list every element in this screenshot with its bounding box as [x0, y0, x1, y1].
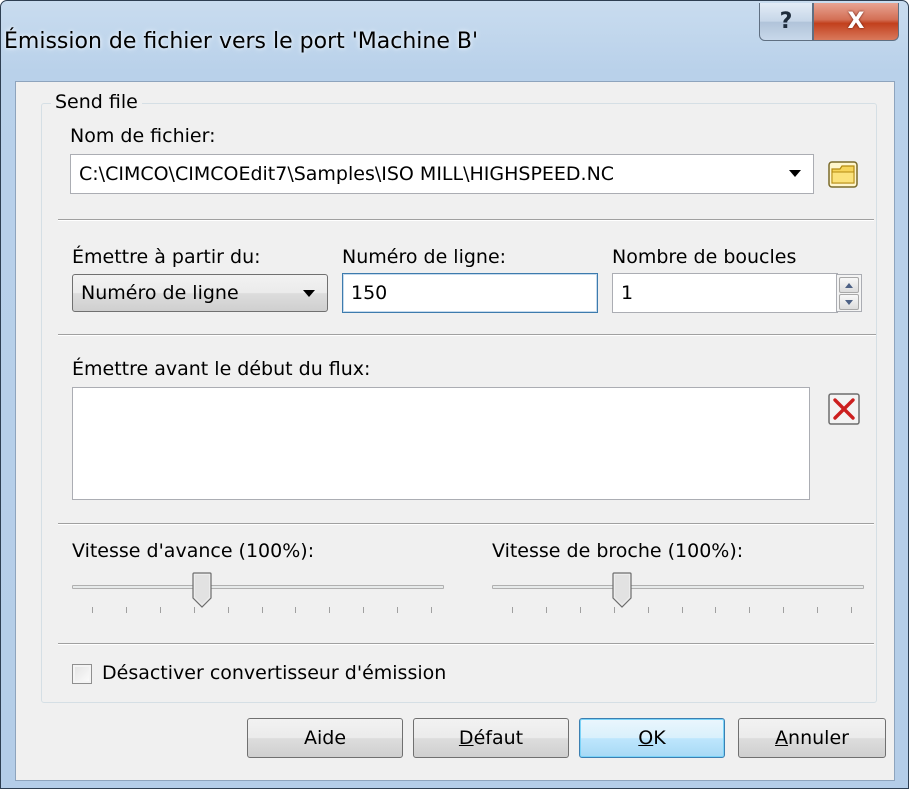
help-button-label: Aide [303, 727, 347, 749]
feed-speed-thumb[interactable] [192, 572, 212, 608]
file-name-value: C:\CIMCO\CIMCOEdit7\Samples\ISO MILL\HIG… [79, 163, 615, 185]
slider-tick [160, 607, 161, 613]
slider-tick [749, 607, 750, 613]
slider-tick [614, 607, 615, 613]
slider-tick [546, 607, 547, 613]
slider-tick [648, 607, 649, 613]
spindle-speed-track[interactable] [492, 585, 864, 589]
pre-stream-textarea[interactable] [72, 387, 810, 500]
slider-tick [512, 607, 513, 613]
separator-1 [58, 219, 874, 221]
spindle-speed-ticks [512, 607, 852, 615]
arrow-down-icon [845, 299, 853, 305]
default-button-label: Défaut [458, 727, 524, 749]
disable-converter-label[interactable]: Désactiver convertisseur d'émission [102, 662, 446, 684]
feed-speed-label: Vitesse d'avance (100%): [72, 540, 315, 562]
help-button[interactable]: Aide [247, 718, 403, 758]
pre-stream-label: Émettre avant le début du flux: [72, 358, 371, 380]
arrow-up-icon [845, 282, 853, 288]
loop-count-input[interactable]: 1 [612, 273, 838, 313]
slider-tick [228, 607, 229, 613]
ok-button[interactable]: OK [579, 718, 725, 758]
feed-speed-track[interactable] [72, 585, 444, 589]
title-bar[interactable]: Émission de fichier vers le port 'Machin… [1, 1, 909, 81]
file-name-combo[interactable]: C:\CIMCO\CIMCOEdit7\Samples\ISO MILL\HIG… [70, 154, 814, 194]
red-x-icon [828, 393, 860, 425]
slider-tick [92, 607, 93, 613]
close-icon: X [847, 9, 865, 34]
question-icon: ? [779, 9, 793, 34]
spin-up-button[interactable] [839, 277, 859, 293]
start-from-select[interactable]: Numéro de ligne [72, 274, 328, 312]
slider-tick [363, 607, 364, 613]
browse-file-button[interactable] [826, 157, 860, 191]
dialog-client-area: Send file Nom de fichier: C:\CIMCO\CIMCO… [15, 81, 895, 781]
slider-tick [851, 607, 852, 613]
slider-tick [194, 607, 195, 613]
separator-4 [58, 643, 874, 645]
slider-tick [397, 607, 398, 613]
cancel-button-label: Annuler [775, 727, 849, 749]
loop-count-spinner[interactable] [836, 274, 862, 312]
slider-tick [817, 607, 818, 613]
chevron-down-icon[interactable] [303, 290, 315, 297]
default-button[interactable]: Défaut [413, 718, 569, 758]
slider-tick [580, 607, 581, 613]
cancel-button[interactable]: Annuler [738, 718, 886, 758]
separator-2 [58, 334, 876, 336]
spindle-speed-label: Vitesse de broche (100%): [492, 540, 744, 562]
loop-count-label: Nombre de boucles [612, 246, 797, 268]
close-caption-button[interactable]: X [813, 3, 899, 41]
spindle-speed-thumb[interactable] [612, 572, 632, 608]
slider-tick [431, 607, 432, 613]
start-from-label: Émettre à partir du: [72, 246, 261, 268]
slider-tick [783, 607, 784, 613]
help-caption-button[interactable]: ? [759, 3, 813, 41]
feed-speed-ticks [92, 607, 432, 615]
chevron-down-icon[interactable] [789, 170, 801, 177]
line-number-value: 150 [351, 282, 388, 304]
disable-converter-checkbox[interactable] [72, 664, 92, 684]
file-name-label: Nom de fichier: [70, 125, 216, 147]
slider-tick [126, 607, 127, 613]
slider-tick [682, 607, 683, 613]
dialog-window: Émission de fichier vers le port 'Machin… [0, 0, 909, 789]
slider-tick [295, 607, 296, 613]
spin-down-button[interactable] [839, 294, 859, 310]
start-from-value: Numéro de ligne [81, 282, 239, 304]
window-title: Émission de fichier vers le port 'Machin… [4, 29, 479, 54]
line-number-input[interactable]: 150 [342, 273, 598, 313]
send-file-group-label: Send file [51, 91, 142, 113]
folder-icon [828, 161, 858, 188]
separator-3 [58, 523, 874, 525]
loop-count-value: 1 [621, 282, 634, 304]
ok-button-label: OK [638, 727, 666, 749]
clear-pre-stream-button[interactable] [827, 392, 861, 426]
line-number-label: Numéro de ligne: [342, 246, 507, 268]
slider-tick [262, 607, 263, 613]
slider-tick [329, 607, 330, 613]
slider-tick [715, 607, 716, 613]
